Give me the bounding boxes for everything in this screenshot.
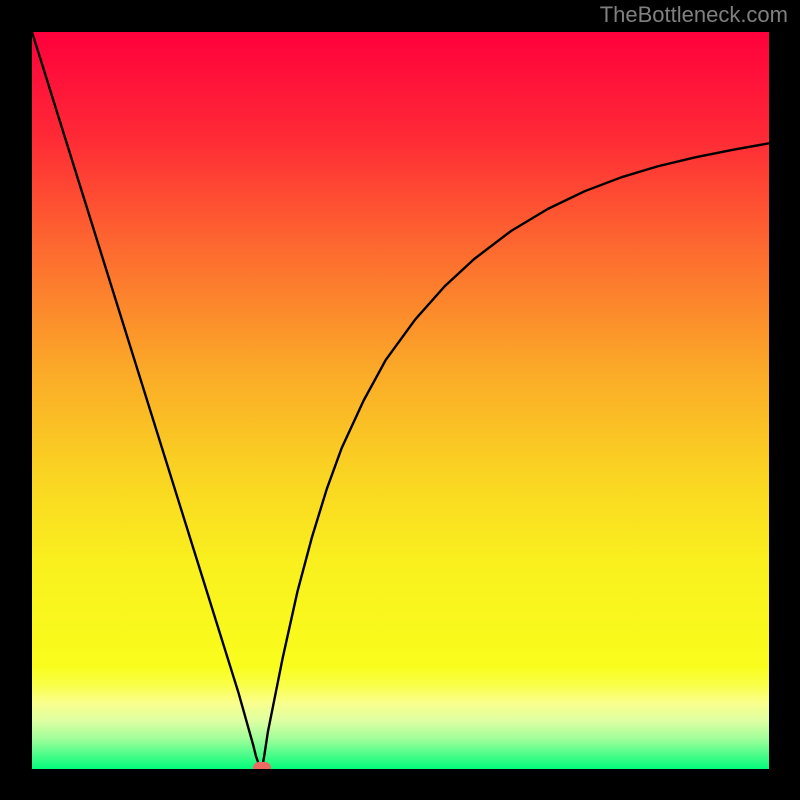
- plot-area: [32, 32, 769, 769]
- minimum-marker: [253, 762, 271, 769]
- chart-container: TheBottleneck.com: [0, 0, 800, 800]
- curve-line: [32, 32, 769, 769]
- watermark-text: TheBottleneck.com: [600, 2, 788, 28]
